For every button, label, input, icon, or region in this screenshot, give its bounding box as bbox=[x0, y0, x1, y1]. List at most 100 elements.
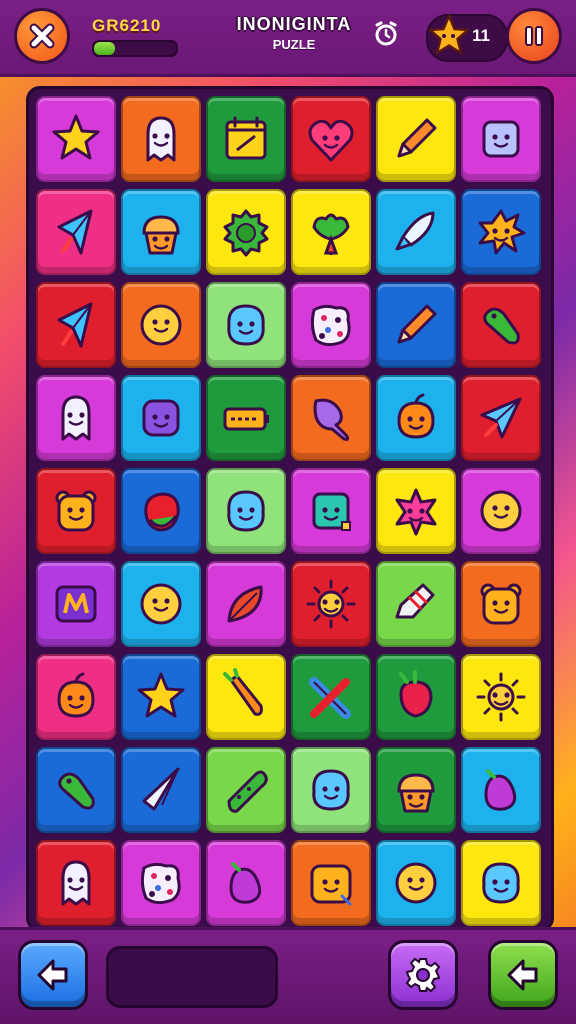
board-tile[interactable] bbox=[376, 96, 456, 182]
flower-icon bbox=[395, 488, 437, 536]
alarm-clock-icon[interactable] bbox=[372, 20, 400, 48]
board-tile[interactable] bbox=[291, 747, 371, 833]
board-tile[interactable] bbox=[206, 654, 286, 740]
arrow-left-icon bbox=[507, 959, 538, 991]
board-tile[interactable] bbox=[376, 840, 456, 926]
blob-face-icon bbox=[227, 490, 265, 532]
board-tile[interactable] bbox=[121, 282, 201, 368]
pumpkin-icon bbox=[57, 672, 95, 718]
eggplant-icon bbox=[229, 862, 262, 904]
board-tile[interactable] bbox=[121, 561, 201, 647]
board-tile[interactable] bbox=[36, 747, 116, 833]
star-icon bbox=[52, 114, 100, 160]
board-tile[interactable] bbox=[206, 561, 286, 647]
board-tile[interactable] bbox=[121, 189, 201, 275]
board-tile[interactable] bbox=[36, 96, 116, 182]
board-tile[interactable] bbox=[121, 654, 201, 740]
board-tile[interactable] bbox=[376, 654, 456, 740]
board-tile[interactable] bbox=[461, 840, 541, 926]
board-tile[interactable] bbox=[376, 561, 456, 647]
board-tile[interactable] bbox=[461, 468, 541, 554]
square-face-icon bbox=[312, 492, 351, 531]
ghost-icon bbox=[61, 395, 91, 441]
board-tile[interactable] bbox=[291, 468, 371, 554]
board-tile[interactable] bbox=[291, 189, 371, 275]
score-panel: GR6210 bbox=[92, 16, 178, 57]
board-tile[interactable] bbox=[206, 375, 286, 461]
board-tile[interactable] bbox=[206, 189, 286, 275]
board-tile[interactable] bbox=[376, 468, 456, 554]
board-tile[interactable] bbox=[206, 747, 286, 833]
board-tile[interactable] bbox=[461, 282, 541, 368]
star-icon bbox=[137, 672, 185, 718]
drumstick-icon bbox=[313, 398, 350, 441]
board-tile[interactable] bbox=[461, 96, 541, 182]
letter-m-icon bbox=[55, 585, 97, 623]
board-tile[interactable] bbox=[291, 561, 371, 647]
ghost-icon bbox=[146, 116, 176, 162]
cupcake-icon bbox=[142, 215, 180, 255]
smiley-icon bbox=[395, 862, 437, 904]
bear-icon bbox=[480, 583, 522, 625]
cube-face-icon bbox=[142, 399, 180, 437]
board-tile[interactable] bbox=[291, 96, 371, 182]
kite-icon bbox=[57, 302, 93, 348]
board-tile[interactable] bbox=[461, 375, 541, 461]
dice-icon bbox=[140, 862, 181, 905]
kite-icon bbox=[57, 209, 93, 255]
board-tile[interactable] bbox=[121, 747, 201, 833]
close-button[interactable] bbox=[14, 8, 70, 64]
board-tile[interactable] bbox=[206, 96, 286, 182]
pause-button[interactable] bbox=[506, 8, 562, 64]
board-tile[interactable] bbox=[121, 468, 201, 554]
board-tile[interactable] bbox=[291, 375, 371, 461]
board-tile[interactable] bbox=[376, 375, 456, 461]
robot-face-icon bbox=[482, 120, 520, 158]
board-tile[interactable] bbox=[36, 654, 116, 740]
heart-icon bbox=[308, 119, 354, 162]
board-tile[interactable] bbox=[291, 282, 371, 368]
board-tile[interactable] bbox=[291, 654, 371, 740]
pickle-icon bbox=[58, 772, 95, 810]
blob-face-icon bbox=[482, 862, 520, 904]
blob-face-icon bbox=[227, 304, 265, 346]
back-button[interactable] bbox=[18, 940, 88, 1010]
top-bar: GR6210 INONIGINTA PUZLE 11 bbox=[0, 0, 576, 74]
board-tile[interactable] bbox=[121, 96, 201, 182]
cucumber-icon bbox=[227, 770, 268, 813]
battery-icon bbox=[223, 407, 269, 431]
board-tile[interactable] bbox=[461, 189, 541, 275]
sun-icon bbox=[476, 672, 526, 722]
carrot-icon bbox=[223, 668, 263, 716]
board-tile[interactable] bbox=[291, 840, 371, 926]
crossed-sticks-icon bbox=[309, 677, 351, 719]
smiley-icon bbox=[140, 304, 182, 346]
board-tile[interactable] bbox=[206, 840, 286, 926]
board-tile[interactable] bbox=[121, 375, 201, 461]
board-tile[interactable] bbox=[376, 282, 456, 368]
progress-bar bbox=[92, 40, 178, 57]
pause-icon bbox=[525, 26, 543, 46]
splat-icon bbox=[478, 209, 526, 255]
board-tile[interactable] bbox=[36, 189, 116, 275]
plane-icon bbox=[480, 397, 522, 439]
board-tile[interactable] bbox=[121, 840, 201, 926]
board-tile[interactable] bbox=[461, 654, 541, 740]
board-tile[interactable] bbox=[376, 189, 456, 275]
board-tile[interactable] bbox=[206, 282, 286, 368]
board-tile[interactable] bbox=[376, 747, 456, 833]
fruit-icon bbox=[144, 492, 180, 532]
board-tile[interactable] bbox=[36, 375, 116, 461]
board-tile[interactable] bbox=[36, 561, 116, 647]
board-tile[interactable] bbox=[461, 561, 541, 647]
board-tile[interactable] bbox=[206, 468, 286, 554]
radish-icon bbox=[399, 670, 433, 718]
board-tile[interactable] bbox=[36, 468, 116, 554]
eggplant-icon bbox=[484, 769, 517, 811]
settings-button[interactable] bbox=[388, 940, 458, 1010]
board-tile[interactable] bbox=[36, 840, 116, 926]
next-button[interactable] bbox=[488, 940, 558, 1010]
board-tile[interactable] bbox=[36, 282, 116, 368]
board-tile[interactable] bbox=[461, 747, 541, 833]
message-panel bbox=[106, 946, 278, 1008]
